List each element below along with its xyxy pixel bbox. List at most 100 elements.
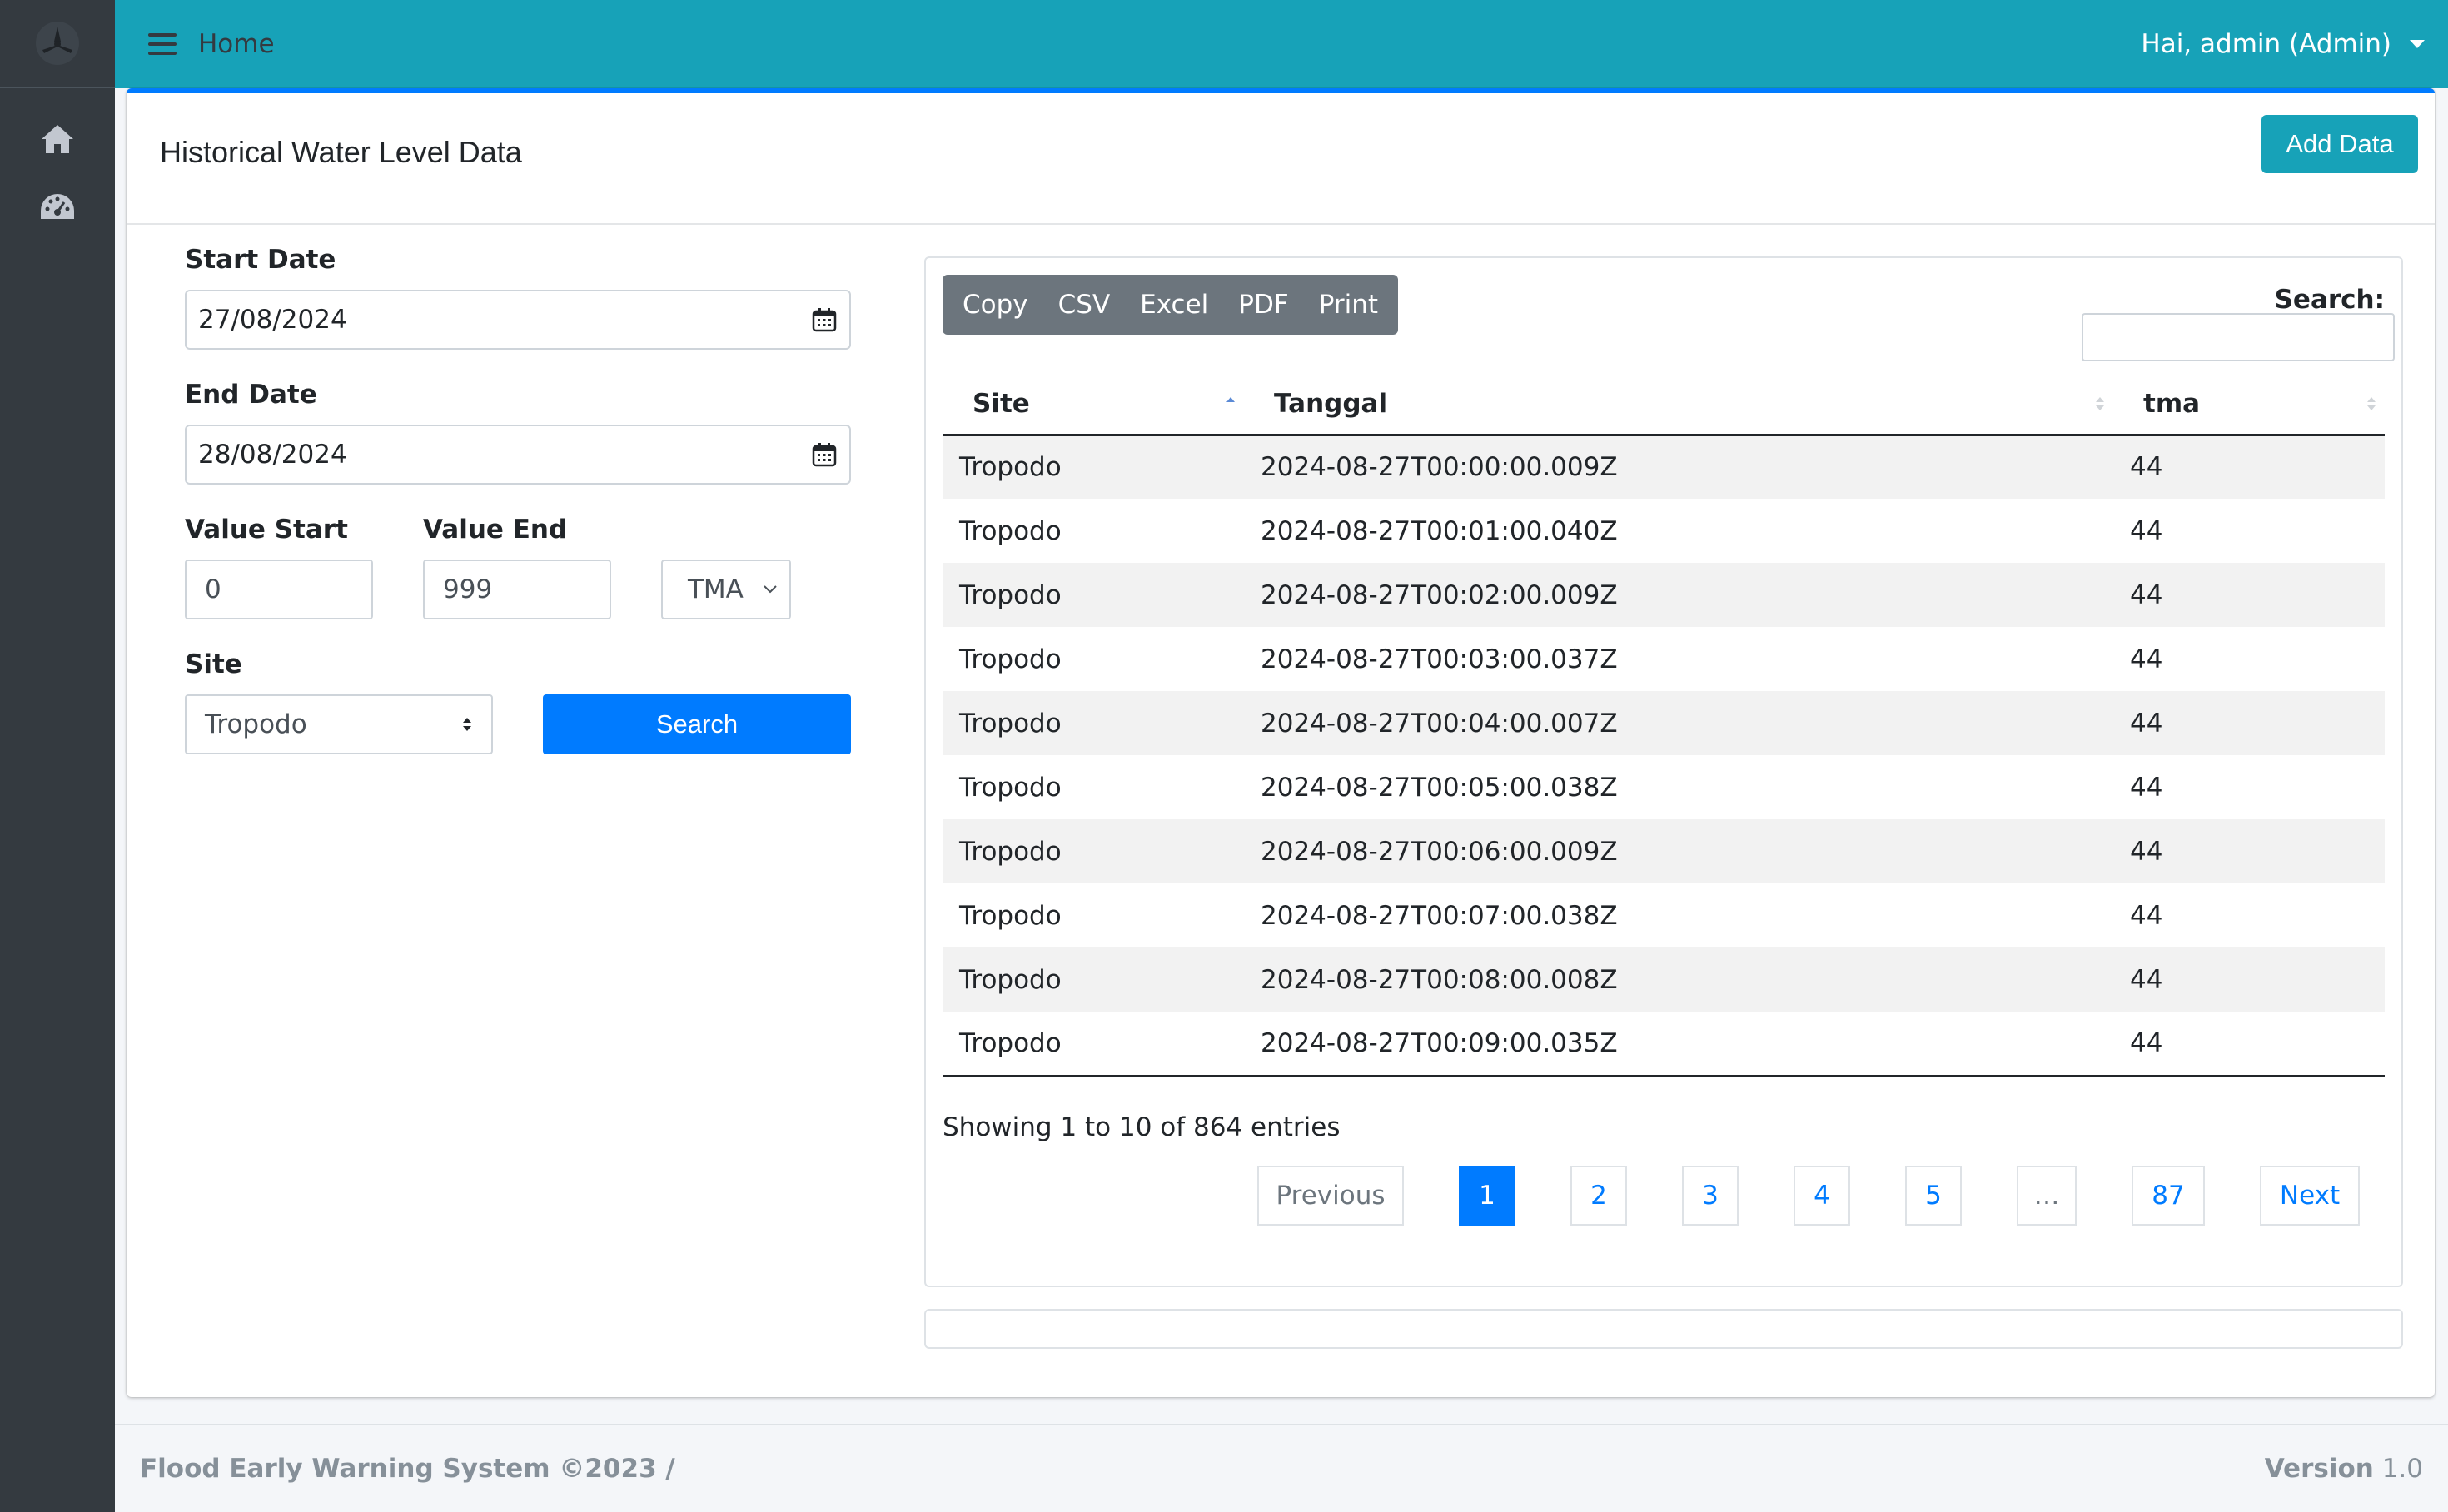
calendar-icon[interactable] xyxy=(811,306,838,333)
site-label: Site xyxy=(185,649,242,679)
pagination-page-87[interactable]: 87 xyxy=(2132,1166,2205,1226)
site-select-value: Tropodo xyxy=(205,709,307,739)
search-button[interactable]: Search xyxy=(543,694,851,754)
caret-down-icon xyxy=(2410,40,2425,48)
cell-tma: 44 xyxy=(2113,947,2385,1012)
add-data-button[interactable]: Add Data xyxy=(2261,115,2418,173)
pagination-page-1[interactable]: 1 xyxy=(1459,1166,1515,1226)
brand-logo[interactable] xyxy=(0,0,115,88)
data-table-panel: Copy CSV Excel PDF Print Search: Site Ta… xyxy=(924,256,2403,1287)
table-row: Tropodo 2024-08-27T00:04:00.007Z 44 xyxy=(943,691,2385,755)
end-date-label: End Date xyxy=(185,380,317,410)
card-header: Historical Water Level Data Add Data xyxy=(127,93,2435,225)
cell-site: Tropodo xyxy=(943,819,1244,883)
copy-button[interactable]: Copy xyxy=(948,275,1043,335)
column-header-tma[interactable]: tma xyxy=(2113,375,2385,436)
chevron-down-icon xyxy=(764,585,777,594)
footer-version: Version 1.0 xyxy=(2265,1454,2423,1484)
select-arrows-icon xyxy=(463,718,471,731)
nav-link-home[interactable]: Home xyxy=(198,29,275,59)
sort-asc-icon xyxy=(1226,397,1235,402)
sidebar-item-dashboard[interactable] xyxy=(0,173,115,241)
value-end-value: 999 xyxy=(443,574,493,604)
cell-tanggal: 2024-08-27T00:05:00.038Z xyxy=(1261,772,1618,803)
value-end-input[interactable]: 999 xyxy=(423,560,611,619)
table-row: Tropodo 2024-08-27T00:09:00.035Z 44 xyxy=(943,1012,2385,1077)
type-select[interactable]: TMA xyxy=(661,560,791,619)
table-row: Tropodo 2024-08-27T00:01:00.040Z 44 xyxy=(943,499,2385,563)
column-header-label: tma xyxy=(2143,389,2201,420)
sort-icon xyxy=(2367,397,2376,410)
type-select-value: TMA xyxy=(688,574,744,604)
start-date-value: 27/08/2024 xyxy=(198,305,347,335)
column-header-tanggal[interactable]: Tanggal xyxy=(1244,375,2113,436)
data-table: Site Tanggal tma Tropodo 2024-08-27T00:00… xyxy=(943,375,2385,1077)
cell-site: Tropodo xyxy=(959,772,1062,803)
value-start-input[interactable]: 0 xyxy=(185,560,373,619)
footer-copyright: Flood Early Warning System ©2023 / xyxy=(140,1454,675,1484)
cell-tanggal: 2024-08-27T00:04:00.007Z xyxy=(1244,691,2113,755)
cell-tma: 44 xyxy=(2130,772,2163,803)
menu-toggle-icon[interactable] xyxy=(148,33,177,55)
top-navbar: Home Hai, admin (Admin) xyxy=(115,0,2448,88)
print-button[interactable]: Print xyxy=(1304,275,1393,335)
cell-tma: 44 xyxy=(2113,435,2385,499)
cell-tanggal: 2024-08-27T00:00:00.009Z xyxy=(1244,435,2113,499)
column-header-site[interactable]: Site xyxy=(943,375,1244,436)
cell-site: Tropodo xyxy=(959,900,1062,931)
sort-icon xyxy=(2096,397,2104,410)
pagination-page-4[interactable]: 4 xyxy=(1794,1166,1850,1226)
pagination: Previous 1 2 3 4 5 … 87 Next xyxy=(926,1166,2405,1226)
footer: Flood Early Warning System ©2023 / Versi… xyxy=(115,1424,2448,1512)
csv-button[interactable]: CSV xyxy=(1043,275,1126,335)
cell-tanggal: 2024-08-27T00:02:00.009Z xyxy=(1244,563,2113,627)
cell-site: Tropodo xyxy=(943,563,1244,627)
version-label: Version xyxy=(2264,1454,2374,1484)
page-title: Historical Water Level Data xyxy=(160,135,522,169)
sidebar-item-home[interactable] xyxy=(0,105,115,173)
table-row: Tropodo 2024-08-27T00:07:00.038Z 44 xyxy=(943,883,2385,947)
column-header-label: Tanggal xyxy=(1274,389,1388,420)
cell-site: Tropodo xyxy=(959,515,1062,546)
end-date-input[interactable]: 28/08/2024 xyxy=(185,425,851,485)
excel-button[interactable]: Excel xyxy=(1125,275,1223,335)
table-row: Tropodo 2024-08-27T00:05:00.038Z 44 xyxy=(943,755,2385,819)
start-date-label: Start Date xyxy=(185,245,336,275)
table-row: Tropodo 2024-08-27T00:06:00.009Z 44 xyxy=(943,819,2385,883)
calendar-icon[interactable] xyxy=(811,441,838,468)
cell-site: Tropodo xyxy=(943,1012,1244,1077)
user-menu-label: Hai, admin (Admin) xyxy=(2141,29,2391,59)
cell-tma: 44 xyxy=(2113,1012,2385,1077)
tachometer-icon xyxy=(41,194,74,219)
pagination-previous[interactable]: Previous xyxy=(1257,1166,1404,1226)
export-button-group: Copy CSV Excel PDF Print xyxy=(943,275,1399,335)
cell-site: Tropodo xyxy=(943,435,1244,499)
site-select[interactable]: Tropodo xyxy=(185,694,493,754)
table-search-label: Search: xyxy=(2274,285,2385,315)
logo-icon xyxy=(36,22,79,65)
value-start-label: Value Start xyxy=(185,515,348,545)
sidebar xyxy=(0,0,115,1512)
cell-tanggal: 2024-08-27T00:07:00.038Z xyxy=(1261,900,1618,931)
secondary-panel xyxy=(924,1309,2403,1349)
version-value: 1.0 xyxy=(2381,1454,2423,1484)
user-menu[interactable]: Hai, admin (Admin) xyxy=(2141,29,2425,59)
table-search-input[interactable] xyxy=(2082,313,2395,361)
pagination-page-3[interactable]: 3 xyxy=(1682,1166,1739,1226)
pagination-ellipsis: … xyxy=(2017,1166,2077,1226)
pagination-page-2[interactable]: 2 xyxy=(1570,1166,1627,1226)
table-info: Showing 1 to 10 of 864 entries xyxy=(943,1112,1341,1142)
value-start-value: 0 xyxy=(205,574,221,604)
pagination-page-5[interactable]: 5 xyxy=(1905,1166,1962,1226)
cell-tma: 44 xyxy=(2130,900,2163,931)
start-date-input[interactable]: 27/08/2024 xyxy=(185,290,851,350)
end-date-value: 28/08/2024 xyxy=(198,440,347,470)
table-row: Tropodo 2024-08-27T00:08:00.008Z 44 xyxy=(943,947,2385,1012)
cell-tanggal: 2024-08-27T00:01:00.040Z xyxy=(1261,515,1618,546)
main-card: Historical Water Level Data Add Data Sta… xyxy=(127,88,2435,1397)
value-end-label: Value End xyxy=(423,515,568,545)
pdf-button[interactable]: PDF xyxy=(1223,275,1303,335)
pagination-next[interactable]: Next xyxy=(2260,1166,2360,1226)
cell-tma: 44 xyxy=(2130,644,2163,674)
home-icon xyxy=(42,125,73,153)
